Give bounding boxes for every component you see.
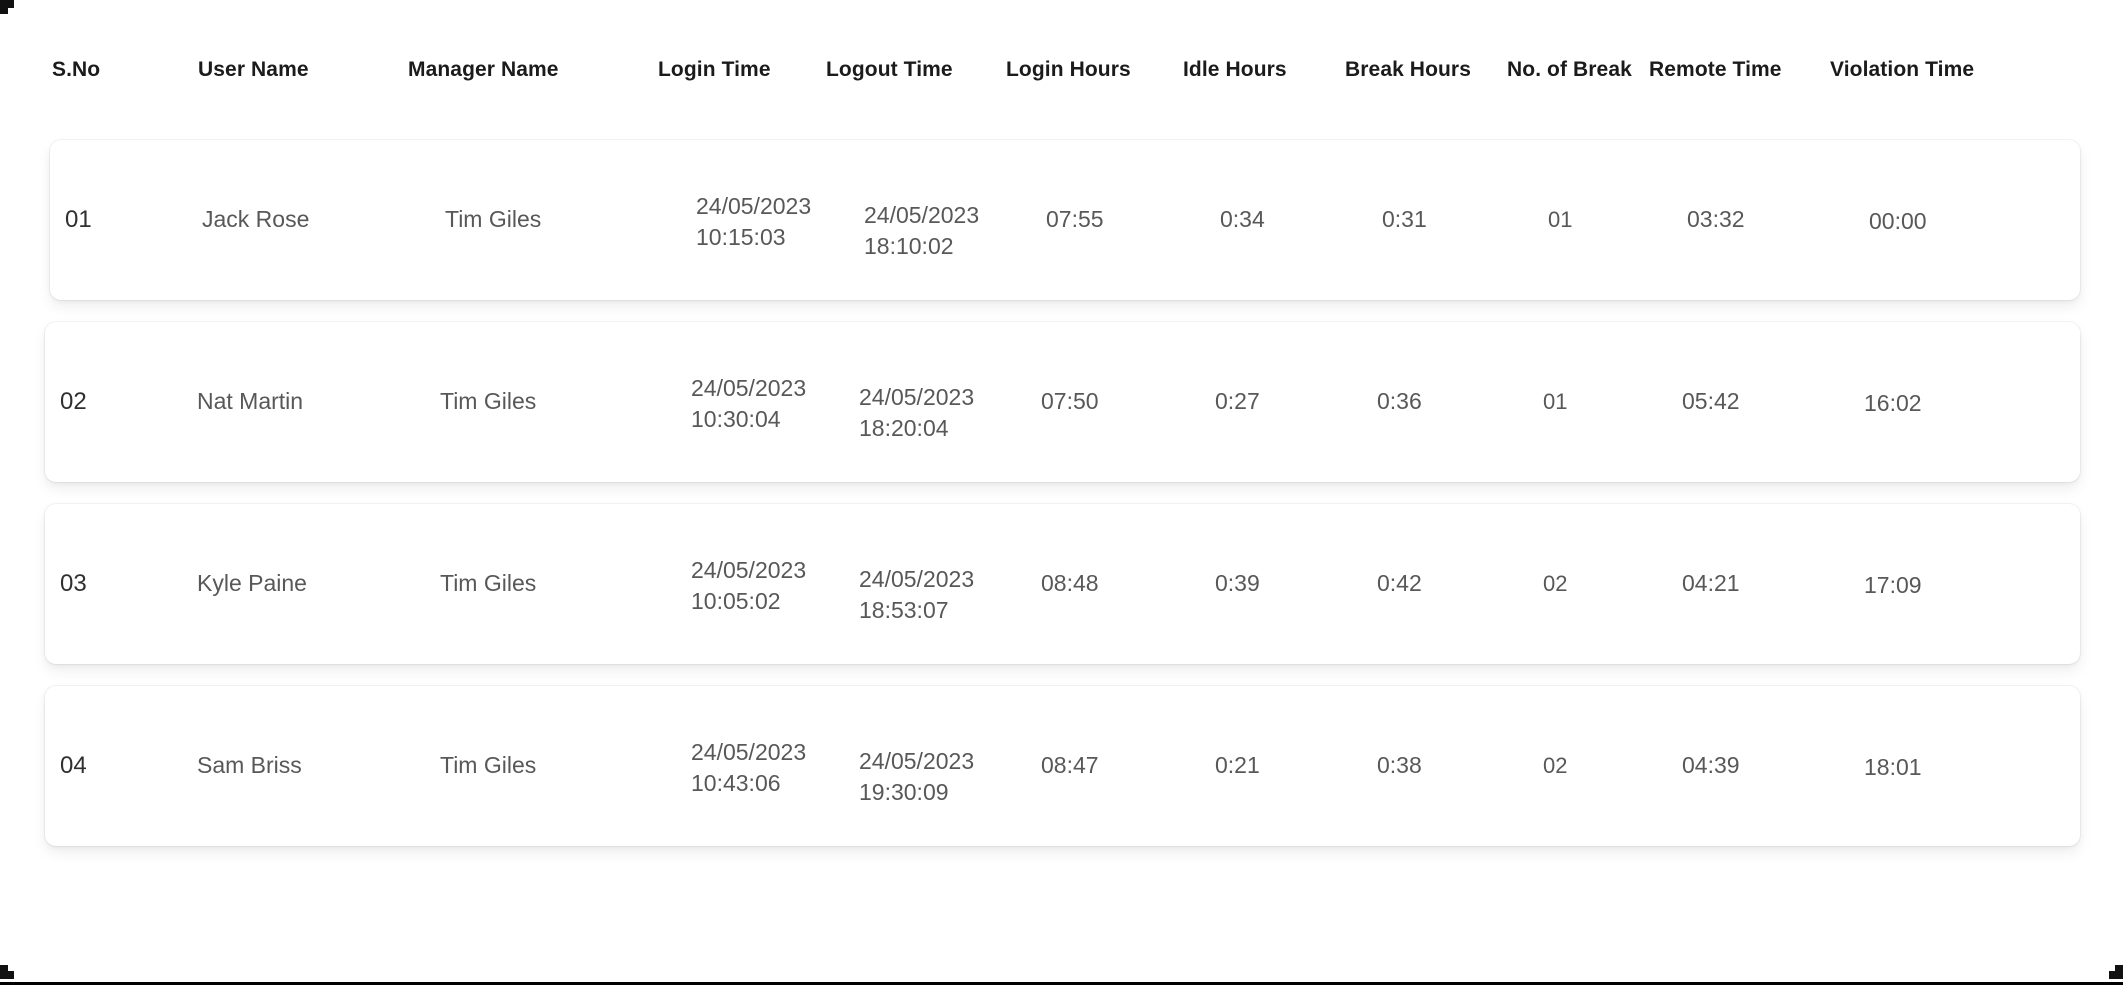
cell-login-time: 24/05/2023 10:30:04 [691, 374, 807, 432]
cell-violation-time: 00:00 [1869, 208, 1927, 235]
cell-user-name: Nat Martin [197, 388, 304, 415]
cell-idle-hours: 0:21 [1215, 752, 1260, 779]
cell-login-hours: 07:50 [1041, 388, 1099, 415]
cell-login-hours: 07:55 [1046, 206, 1104, 233]
cell-manager-name: Tim Giles [440, 570, 537, 597]
table-row[interactable]: 01 Jack Rose Tim Giles 24/05/2023 10:15:… [50, 140, 2080, 300]
table-row[interactable]: 02 Nat Martin Tim Giles 24/05/2023 10:30… [45, 322, 2080, 482]
column-header-login-time: Login Time [658, 58, 771, 82]
cell-idle-hours: 0:39 [1215, 570, 1260, 597]
cell-login-hours: 08:47 [1041, 752, 1099, 779]
cell-no-of-break: 02 [1543, 571, 1568, 597]
cell-sno: 03 [60, 569, 87, 597]
cell-break-hours: 0:36 [1377, 388, 1422, 415]
table-header-row: S.No User Name Manager Name Login Time L… [0, 0, 2123, 140]
column-header-idle-hours: Idle Hours [1183, 58, 1287, 82]
cell-logout-time: 24/05/2023 18:10:02 [864, 201, 980, 259]
cell-violation-time: 16:02 [1864, 390, 1922, 417]
cell-idle-hours: 0:34 [1220, 206, 1265, 233]
table-row[interactable]: 04 Sam Briss Tim Giles 24/05/2023 10:43:… [45, 686, 2080, 846]
cell-idle-hours: 0:27 [1215, 388, 1260, 415]
cell-remote-time: 04:39 [1682, 752, 1740, 779]
column-header-no-of-break: No. of Break [1507, 58, 1632, 82]
column-header-sno: S.No [52, 58, 101, 82]
cell-remote-time: 04:21 [1682, 570, 1740, 597]
column-header-manager-name: Manager Name [408, 58, 559, 82]
cell-login-time: 24/05/2023 10:15:03 [696, 192, 812, 250]
cell-no-of-break: 02 [1543, 753, 1568, 779]
crop-corner-bottom-right-icon [2109, 965, 2123, 979]
cell-logout-time: 24/05/2023 18:53:07 [859, 565, 975, 623]
cell-user-name: Sam Briss [197, 752, 302, 779]
column-header-login-hours: Login Hours [1006, 58, 1131, 82]
column-header-break-hours: Break Hours [1345, 58, 1471, 82]
cell-manager-name: Tim Giles [445, 206, 542, 233]
attendance-table: S.No User Name Manager Name Login Time L… [0, 0, 2123, 868]
table-row[interactable]: 03 Kyle Paine Tim Giles 24/05/2023 10:05… [45, 504, 2080, 664]
cell-login-hours: 08:48 [1041, 570, 1099, 597]
cell-sno: 02 [60, 387, 87, 415]
cell-break-hours: 0:38 [1377, 752, 1422, 779]
cell-break-hours: 0:42 [1377, 570, 1422, 597]
cell-login-time: 24/05/2023 10:43:06 [691, 738, 807, 796]
cell-violation-time: 18:01 [1864, 754, 1922, 781]
crop-corner-bottom-left-icon [0, 965, 14, 979]
cell-manager-name: Tim Giles [440, 388, 537, 415]
screen-root: S.No User Name Manager Name Login Time L… [0, 0, 2123, 985]
cell-remote-time: 05:42 [1682, 388, 1740, 415]
cell-logout-time: 24/05/2023 18:20:04 [859, 383, 975, 441]
cell-violation-time: 17:09 [1864, 572, 1922, 599]
cell-no-of-break: 01 [1548, 207, 1573, 233]
column-header-user-name: User Name [198, 58, 309, 82]
column-header-violation-time: Violation Time [1830, 58, 1975, 82]
cell-sno: 04 [60, 751, 87, 779]
cell-login-time: 24/05/2023 10:05:02 [691, 556, 807, 614]
column-header-remote-time: Remote Time [1649, 58, 1782, 82]
table-body: 01 Jack Rose Tim Giles 24/05/2023 10:15:… [0, 140, 2123, 846]
cell-manager-name: Tim Giles [440, 752, 537, 779]
cell-user-name: Jack Rose [202, 206, 310, 233]
cell-logout-time: 24/05/2023 19:30:09 [859, 747, 975, 805]
cell-no-of-break: 01 [1543, 389, 1568, 415]
column-header-logout-time: Logout Time [826, 58, 953, 82]
cell-break-hours: 0:31 [1382, 206, 1427, 233]
cell-remote-time: 03:32 [1687, 206, 1745, 233]
cell-user-name: Kyle Paine [197, 570, 307, 597]
cell-sno: 01 [65, 205, 92, 233]
